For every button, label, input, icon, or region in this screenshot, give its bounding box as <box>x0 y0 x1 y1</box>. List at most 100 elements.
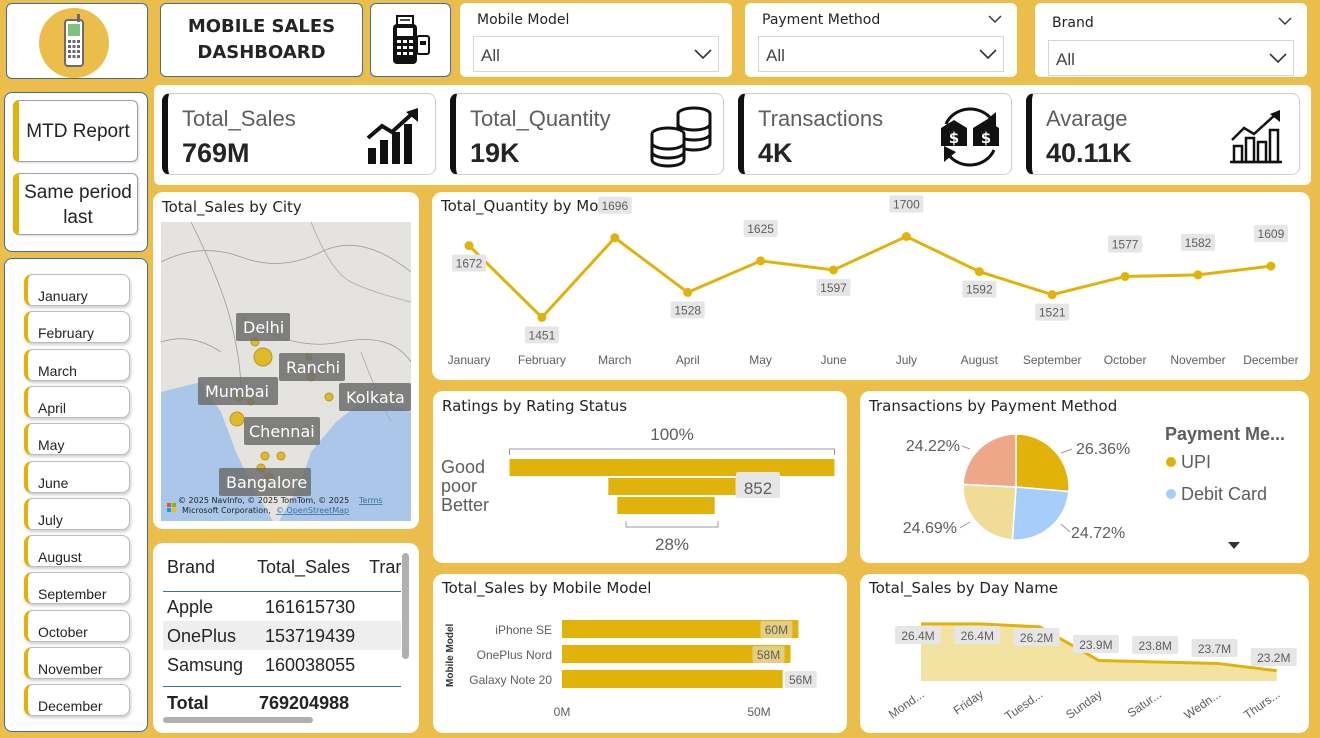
x-axis-tick: June <box>820 353 846 367</box>
pie-slice[interactable] <box>962 433 1017 488</box>
legend-marker <box>1166 489 1176 499</box>
data-point[interactable] <box>974 267 984 277</box>
data-point[interactable] <box>1120 271 1130 281</box>
month-button-may[interactable]: May <box>24 423 130 456</box>
slicer-payment-method-dropdown[interactable]: All <box>758 36 1004 72</box>
chevron-down-icon[interactable] <box>988 15 1002 24</box>
month-button-april[interactable]: April <box>24 385 130 418</box>
data-point[interactable] <box>537 312 547 322</box>
model-bar-chart[interactable]: Mobile Model iPhone SE 60M OnePlus Nord 58M G… <box>433 574 847 733</box>
x-axis-tick: December <box>1243 353 1298 367</box>
data-label: 23.2M <box>1257 651 1290 665</box>
chevron-down-icon[interactable] <box>1278 17 1292 26</box>
funnel-bar[interactable] <box>509 459 835 476</box>
chevron-down-icon[interactable] <box>694 49 712 60</box>
x-axis-tick: Friday <box>951 687 986 718</box>
city-label: Bangalore <box>226 473 307 492</box>
month-button-november[interactable]: November <box>24 647 130 679</box>
x-axis-tick: Satur... <box>1125 687 1164 720</box>
pie-slice[interactable] <box>1011 486 1070 541</box>
month-button-september[interactable]: September <box>24 572 130 605</box>
slicer-payment-method[interactable]: Payment Method All <box>745 3 1017 77</box>
mtd-report-label: MTD Report <box>26 121 130 142</box>
city-sales-map[interactable]: Delhi Ranchi Mumbai Kolkata Chennai Bang… <box>161 222 411 521</box>
chevron-down-icon[interactable] <box>1269 53 1287 64</box>
legend-item[interactable]: Debit Card <box>1181 484 1267 504</box>
table-total-label: Total <box>167 693 209 713</box>
map-osm-link[interactable]: © OpenStreetMap <box>276 506 349 515</box>
month-button-october[interactable]: October <box>24 609 130 642</box>
sales-by-model-card: Total_Sales by Mobile Model Mobile Model… <box>433 574 847 733</box>
horizontal-scrollbar[interactable] <box>163 717 313 723</box>
data-point[interactable] <box>1266 261 1276 271</box>
data-point[interactable] <box>464 241 474 251</box>
payment-pie-chart[interactable]: 26.36% 24.72% 24.69% 24.22% Payment Me... UPI… <box>860 391 1309 563</box>
chevron-down-icon[interactable] <box>979 49 997 60</box>
month-button-december[interactable]: December <box>24 684 130 717</box>
data-point[interactable] <box>756 256 766 266</box>
table-cell-brand: OnePlus <box>167 626 237 646</box>
slicer-brand[interactable]: Brand All <box>1035 3 1307 77</box>
month-button-july[interactable]: July <box>24 497 130 530</box>
x-axis-tick: September <box>1023 353 1082 367</box>
slicer-mobile-model-dropdown[interactable]: All <box>473 36 719 72</box>
data-label: 1625 <box>747 222 774 236</box>
slicer-brand-value: All <box>1056 50 1075 69</box>
slicer-brand-dropdown[interactable]: All <box>1048 40 1294 76</box>
vertical-scrollbar[interactable] <box>402 553 409 659</box>
coins-icon <box>650 106 712 168</box>
data-point[interactable] <box>901 232 911 241</box>
y-axis-title: Mobile Model <box>445 623 456 687</box>
funnel-bar[interactable] <box>617 497 715 514</box>
data-point[interactable] <box>829 265 838 275</box>
pie-slice[interactable] <box>962 483 1017 541</box>
mtd-report-button[interactable]: MTD Report <box>13 100 138 162</box>
data-point[interactable] <box>1193 270 1203 280</box>
same-period-last-button[interactable]: Same period last <box>13 173 138 235</box>
x-axis-tick: Thurs... <box>1241 687 1282 722</box>
card-terminal-icon <box>393 15 430 64</box>
kpi-total-sales-label: Total_Sales <box>182 106 296 131</box>
ratings-card: Ratings by Rating Status 100% Good poor Bet… <box>433 391 847 563</box>
funnel-category: poor <box>441 476 477 496</box>
data-label: 1528 <box>674 303 701 317</box>
data-point[interactable] <box>1047 290 1057 300</box>
kpi-total-quantity-value: 19K <box>470 138 520 168</box>
data-label: 1451 <box>529 328 556 342</box>
month-button-august[interactable]: August <box>24 535 130 568</box>
slicer-mobile-model[interactable]: Mobile Model All <box>460 3 732 77</box>
svg-text:$: $ <box>981 129 991 147</box>
map-terms-link[interactable]: Terms <box>358 496 383 505</box>
svg-text:$: $ <box>949 129 959 147</box>
pos-tile <box>370 3 451 77</box>
kpi-total-quantity-label: Total_Quantity <box>470 106 611 131</box>
growth-chart-icon <box>366 108 418 164</box>
day-area-chart[interactable]: 26.4M Mond... 26.4M Friday 26.2M Tuesd... 23.9… <box>860 574 1309 733</box>
map-title: Total_Sales by City <box>162 198 302 216</box>
data-label: 1609 <box>1258 227 1285 241</box>
data-point[interactable] <box>610 233 620 243</box>
quantity-line-chart[interactable]: 1672 January 1451 February 1696 March 1528 Apri… <box>432 192 1310 380</box>
city-label: Kolkata <box>346 388 405 407</box>
x-axis-tick: 50M <box>747 705 770 719</box>
same-period-label-2: last <box>63 207 93 228</box>
pie-leader-line <box>961 445 971 450</box>
bar[interactable] <box>562 670 783 688</box>
data-label: 56M <box>789 673 812 687</box>
ratings-funnel-chart[interactable]: 100% GoodpoorBetter 852 28% <box>433 391 847 563</box>
month-button-february[interactable]: February <box>24 311 130 344</box>
pie-leader-line <box>1060 523 1071 533</box>
pie-data-label: 26.36% <box>1076 441 1130 458</box>
month-button-march[interactable]: March <box>24 348 130 381</box>
bank-exchange-icon: $ $ <box>941 107 999 167</box>
dashboard-title: MOBILE SALES DASHBOARD <box>160 3 363 77</box>
legend-item[interactable]: UPI <box>1181 452 1211 472</box>
logo-tile <box>6 3 148 79</box>
pie-slice[interactable] <box>1015 433 1070 493</box>
month-button-june[interactable]: June <box>24 460 130 493</box>
data-point[interactable] <box>683 287 693 297</box>
month-button-january[interactable]: January <box>24 274 130 306</box>
funnel-bar[interactable] <box>608 478 736 495</box>
brand-table-card: Brand Total_Sales Trar Apple 161615730 O… <box>153 543 419 733</box>
legend-scroll-down-icon[interactable] <box>1228 542 1240 549</box>
